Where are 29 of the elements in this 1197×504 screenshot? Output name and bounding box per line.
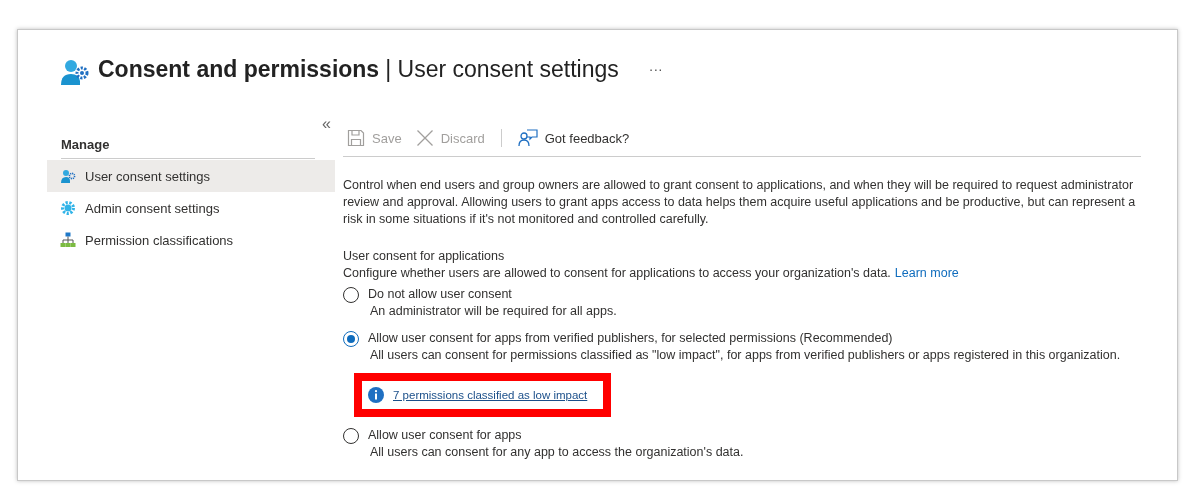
option-label: Do not allow user consent <box>368 286 512 303</box>
user-gear-icon <box>60 168 76 184</box>
group-heading: User consent for applications <box>343 248 506 265</box>
sidebar-item[interactable]: User consent settings <box>47 160 335 192</box>
option-detail: An administrator will be required for all apps. <box>370 303 618 320</box>
option-detail: All users can consent for permissions classified as "low impact", for apps from verified publishers or apps registered in this organization. <box>370 347 1122 364</box>
collapse-button[interactable]: « <box>322 116 331 132</box>
title-separator: | <box>385 55 392 82</box>
close-icon <box>415 129 434 147</box>
help-text: Configure whether users are allowed to consent for applications to access your organization's data. <box>343 266 891 280</box>
page-title: Consent and permissions <box>98 55 380 83</box>
option-label: Allow user consent for apps from verified publishers, for selected permissions (Recommended) <box>368 330 893 347</box>
feedback-icon <box>517 129 538 147</box>
section-heading: Manage <box>61 137 111 152</box>
hierarchy-icon <box>60 232 76 248</box>
save-icon <box>347 129 365 147</box>
option-detail: All users can consent for any app to access the organization's data. <box>370 444 745 461</box>
toolbar-button[interactable]: Got feedback? <box>513 125 634 151</box>
permissions-link[interactable]: 7 permissions classified as low impact <box>393 389 588 401</box>
page-panel: Consent and permissions | User consent settings ··· « Manage User consent settings Admin consent settings Permission classifications Save Discard Got feedback? Control when end users and group owners are allowed to grant consent to applications, and when they will be required to request administrator review and approval. Allowing users to grant apps access to data helps them acquire useful applications and be productive, but can represent a risk in some situations if it's not monitored and controlled carefully. User consent for applications Configure whether users are allowed to consent for applications to access your organization's data. Learn more Do not allow user consent An administrator will be required for all apps. Allow user consent for apps from verified publishers, for selected permissions (Recommended) All users can consent for permissions classified as "low impact", for apps from verified publishers or apps registered in this organization. 7 permissions classified as low impact Allow user consent for apps All users can consent for any app to access the organization's data. <box>17 29 1178 481</box>
sidebar-item[interactable]: Permission classifications <box>47 224 335 256</box>
sidebar-item[interactable]: Admin consent settings <box>47 192 335 224</box>
user-gear-icon <box>60 57 90 87</box>
gear-icon <box>60 200 76 216</box>
info-icon <box>368 387 384 403</box>
option-label: Allow user consent for apps <box>368 427 522 444</box>
learn-more-link[interactable]: Learn more <box>894 266 959 280</box>
description-text: Control when end users and group owners are allowed to grant consent to applications, and when they will be required to request administrator review and approval. Allowing users to grant apps access to data helps them acquire useful applications and be productive, but can represent a risk in some situations if it's not monitored and controlled carefully. <box>343 177 1137 228</box>
more-button[interactable]: ··· <box>642 60 669 78</box>
